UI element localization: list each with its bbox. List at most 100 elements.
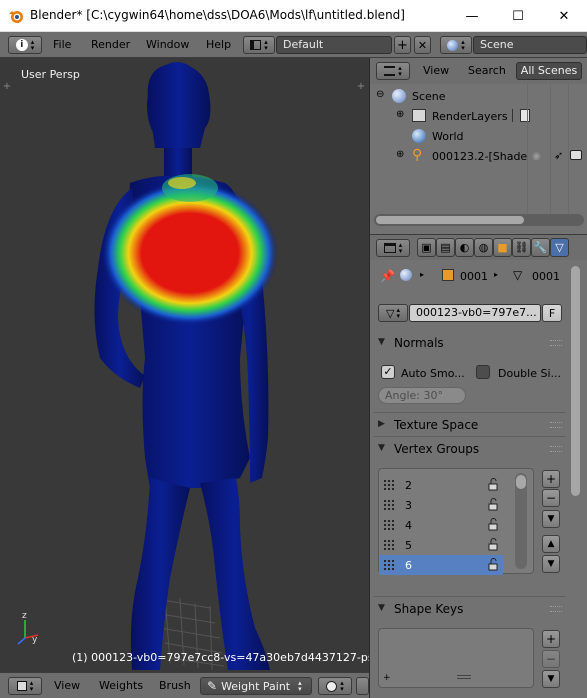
scene-selector[interactable]: ▴ ▾: [440, 36, 472, 54]
vertex-group-item[interactable]: 3: [379, 495, 503, 515]
mesh-browse-button[interactable]: ▽ ▴ ▾: [378, 304, 408, 322]
updown-arrows-icon: ▴ ▾: [398, 64, 402, 78]
pin-icon[interactable]: 📌: [380, 269, 395, 283]
close-icon: ✕: [417, 38, 428, 52]
lock-icon[interactable]: [487, 558, 499, 571]
double-sided-checkbox[interactable]: [476, 365, 490, 379]
drag-grip-icon[interactable]: [550, 422, 562, 428]
outliner-row-scene[interactable]: ⊖ Scene: [370, 86, 587, 106]
outliner-scrollbar[interactable]: [374, 214, 584, 226]
list-add-icon[interactable]: +: [383, 673, 391, 683]
outliner-row-renderlayers[interactable]: ⊕ RenderLayers: [370, 106, 587, 126]
list-scrollbar[interactable]: [515, 473, 527, 569]
lock-icon[interactable]: [487, 498, 499, 511]
texture-space-panel-header[interactable]: ▶ Texture Space: [376, 414, 566, 436]
editor-type-button[interactable]: i ▴ ▾: [8, 36, 42, 54]
outliner-row-world[interactable]: World: [370, 126, 587, 146]
viewport-shading-selector[interactable]: ▴ ▾: [318, 677, 352, 695]
scene-icon: [447, 39, 459, 51]
drag-grip-icon[interactable]: [550, 446, 562, 452]
lock-icon[interactable]: [487, 538, 499, 551]
fake-user-button[interactable]: F: [542, 304, 562, 322]
properties-scrollbar[interactable]: [571, 266, 580, 496]
breadcrumb-arrow-icon: ▸: [420, 270, 425, 279]
maximize-button[interactable]: ☐: [495, 0, 541, 32]
3d-viewport[interactable]: User Persp + + y z (1) 000123-vb0=797e7c…: [0, 58, 369, 672]
menu-view[interactable]: View: [54, 679, 80, 692]
outliner-header: ▴ ▾ View Search All Scenes: [369, 58, 587, 84]
add-layout-button[interactable]: +: [394, 36, 411, 54]
vertex-group-item[interactable]: 5: [379, 535, 503, 555]
screen-layout-name-field[interactable]: Default: [276, 36, 392, 54]
list-resize-grip-icon[interactable]: [457, 675, 471, 679]
menu-help[interactable]: Help: [206, 38, 231, 51]
updown-arrows-icon: ▴ ▾: [398, 241, 403, 255]
updown-arrows-icon: ▴ ▾: [264, 38, 268, 52]
remove-shape-key-button[interactable]: −: [542, 650, 560, 668]
lock-icon[interactable]: [487, 518, 499, 531]
shape-keys-panel-header[interactable]: ▼ Shape Keys: [376, 598, 566, 620]
expand-arrow-icon: ▼: [378, 337, 385, 347]
auto-smooth-angle-slider[interactable]: Angle: 30°: [378, 387, 466, 404]
mesh-data-tab-icon[interactable]: ▽: [550, 238, 569, 257]
drag-grip-icon[interactable]: [550, 340, 562, 346]
menu-file[interactable]: File: [53, 38, 71, 51]
mode-selector[interactable]: ✎ Weight Paint ▴ ▾: [200, 677, 312, 695]
expand-icon[interactable]: ⊕: [396, 149, 404, 160]
scene-name-field[interactable]: Scene: [473, 36, 587, 54]
render-tab-icon[interactable]: ▣: [417, 238, 436, 257]
editor-type-button[interactable]: ▴ ▾: [376, 62, 410, 80]
menu-brush[interactable]: Brush: [159, 679, 191, 692]
shape-key-list[interactable]: +: [378, 628, 534, 688]
outliner-tree[interactable]: ⊖ Scene ⊕ RenderLayers World ⊕ ⚲ 000123.…: [369, 84, 587, 234]
collapse-icon[interactable]: ⊖: [376, 89, 384, 100]
world-tab-icon[interactable]: ◍: [474, 238, 493, 257]
drag-grip-icon[interactable]: [550, 606, 562, 612]
editor-type-button[interactable]: ▴ ▾: [8, 677, 42, 695]
mesh-name-field[interactable]: 000123-vb0=797e7...: [409, 304, 541, 322]
minimize-button[interactable]: —: [449, 0, 495, 32]
eye-icon[interactable]: ◉: [532, 151, 541, 162]
screen-layout-selector[interactable]: ▴ ▾: [243, 36, 275, 54]
outliner-display-mode[interactable]: All Scenes: [516, 62, 582, 80]
shape-key-specials-button[interactable]: ▼: [542, 670, 560, 688]
cursor-select-icon[interactable]: ➶: [554, 149, 563, 162]
vertex-group-icon: [383, 479, 396, 491]
auto-smooth-checkbox[interactable]: ✓: [381, 365, 395, 379]
menu-weights[interactable]: Weights: [99, 679, 143, 692]
vertex-group-name: 3: [405, 499, 412, 512]
remove-vertex-group-button[interactable]: −: [542, 489, 560, 507]
outliner-menu-view[interactable]: View: [423, 64, 449, 77]
vertex-group-item[interactable]: 2: [379, 475, 503, 495]
delete-layout-button[interactable]: ✕: [414, 36, 431, 54]
vertex-group-item[interactable]: 4: [379, 515, 503, 535]
object-tab-icon[interactable]: ■: [493, 238, 512, 257]
move-down-button[interactable]: ▼: [542, 555, 560, 573]
constraints-tab-icon[interactable]: ⛓: [512, 238, 531, 257]
modifiers-tab-icon[interactable]: 🔧: [531, 238, 550, 257]
add-shape-key-button[interactable]: +: [542, 630, 560, 648]
pivot-selector[interactable]: [356, 677, 369, 695]
menu-window[interactable]: Window: [146, 38, 189, 51]
outliner-menu-search[interactable]: Search: [468, 64, 506, 77]
outliner-row-armature[interactable]: ⊕ ⚲ 000123.2-[Shaderf ◉ ➶: [370, 146, 587, 166]
render-layers-tab-icon[interactable]: ▤: [436, 238, 455, 257]
vertex-group-item-selected[interactable]: 6: [379, 555, 503, 575]
weight-paint-model[interactable]: y z: [0, 58, 369, 672]
render-icon[interactable]: [520, 109, 530, 122]
editor-type-button[interactable]: ▴ ▾: [376, 239, 410, 257]
scene-tab-icon[interactable]: ◐: [455, 238, 474, 257]
scrollbar-thumb[interactable]: [376, 216, 524, 224]
vertex-groups-panel-header[interactable]: ▼ Vertex Groups: [376, 438, 566, 460]
camera-render-icon[interactable]: [570, 150, 582, 160]
move-up-button[interactable]: ▲: [542, 535, 560, 553]
menu-render[interactable]: Render: [91, 38, 130, 51]
info-header: i ▴ ▾ File Render Window Help ▴ ▾ Default …: [0, 32, 587, 58]
add-vertex-group-button[interactable]: +: [542, 470, 560, 488]
close-button[interactable]: ✕: [541, 0, 587, 32]
lock-icon[interactable]: [487, 478, 499, 491]
vertex-group-specials-button[interactable]: ▼: [542, 510, 560, 528]
svg-text:z: z: [22, 611, 27, 621]
expand-icon[interactable]: ⊕: [396, 109, 404, 120]
normals-panel-header[interactable]: ▼ Normals: [376, 332, 566, 354]
